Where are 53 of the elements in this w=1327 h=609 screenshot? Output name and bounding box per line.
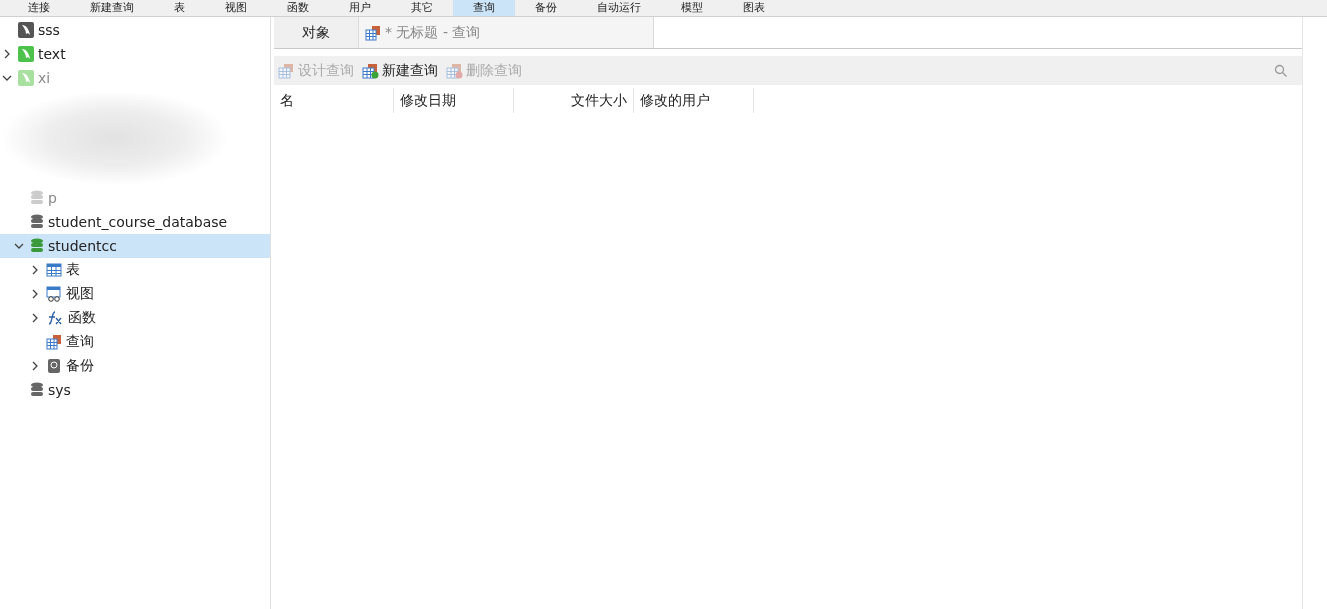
toolbar-tab[interactable]: 函数 xyxy=(267,0,329,16)
function-icon xyxy=(46,310,64,326)
tab[interactable]: 对象 xyxy=(274,17,359,48)
backup-icon xyxy=(46,358,62,374)
database-icon xyxy=(30,190,44,206)
tree-item[interactable]: studentcc xyxy=(0,234,270,258)
tree-item[interactable]: 视图 xyxy=(0,282,270,306)
column-header[interactable]: 名 xyxy=(274,88,394,113)
toolbar-tab[interactable]: 新建查询 xyxy=(70,0,154,16)
dolphin-icon xyxy=(18,46,34,62)
query-remove-icon xyxy=(446,62,463,79)
toolbar-tab[interactable]: 备份 xyxy=(515,0,577,16)
query-icon xyxy=(365,24,381,41)
toolbar-tab[interactable]: 表 xyxy=(154,0,205,16)
toolbar-tab[interactable]: 用户 xyxy=(329,0,391,16)
tree-item[interactable]: 查询 xyxy=(0,330,270,354)
chevron-right-icon[interactable] xyxy=(2,49,12,59)
chevron-right-icon[interactable] xyxy=(30,361,40,371)
query-icon xyxy=(46,334,62,350)
chevron-right-icon[interactable] xyxy=(30,289,40,299)
toolbar-tab[interactable]: 图表 xyxy=(723,0,785,16)
query-add-icon xyxy=(362,62,379,79)
toolbar-tab[interactable]: 模型 xyxy=(661,0,723,16)
tree-item[interactable]: xi xyxy=(0,66,270,90)
toolbar-tab[interactable]: 查询 xyxy=(453,0,515,16)
database-icon xyxy=(30,382,44,398)
toolbar-tab[interactable]: 连接 xyxy=(8,0,70,16)
tree-item[interactable]: student_course_database xyxy=(0,210,270,234)
database-icon xyxy=(30,238,44,254)
chevron-right-icon[interactable] xyxy=(30,265,40,275)
tree-item[interactable]: sss xyxy=(0,18,270,42)
toolbar-tab[interactable]: 自动运行 xyxy=(577,0,661,16)
table-icon xyxy=(46,262,62,278)
database-icon xyxy=(30,214,44,230)
tree-item[interactable]: p xyxy=(0,186,270,210)
toolbar-tab[interactable]: 其它 xyxy=(391,0,453,16)
tree-item[interactable]: 备份 xyxy=(0,354,270,378)
dolphin-icon xyxy=(18,22,34,38)
column-header[interactable]: 修改日期 xyxy=(394,88,514,113)
chevron-down-icon[interactable] xyxy=(14,241,24,251)
chevron-down-icon[interactable] xyxy=(2,73,12,83)
toolbar-button[interactable]: 新建查询 xyxy=(382,61,438,80)
tree-item[interactable]: text xyxy=(0,42,270,66)
tree-item[interactable]: 表 xyxy=(0,258,270,282)
toolbar-tab[interactable]: 视图 xyxy=(205,0,267,16)
dolphin-icon xyxy=(18,70,34,86)
chevron-right-icon[interactable] xyxy=(30,313,40,323)
column-header[interactable]: 修改的用户 xyxy=(634,88,754,113)
tree-item[interactable]: 函数 xyxy=(0,306,270,330)
table-glasses-icon xyxy=(46,286,62,302)
tree-item[interactable]: sys xyxy=(0,378,270,402)
query-edit-icon xyxy=(278,62,295,79)
column-header[interactable]: 文件大小 xyxy=(514,88,634,113)
